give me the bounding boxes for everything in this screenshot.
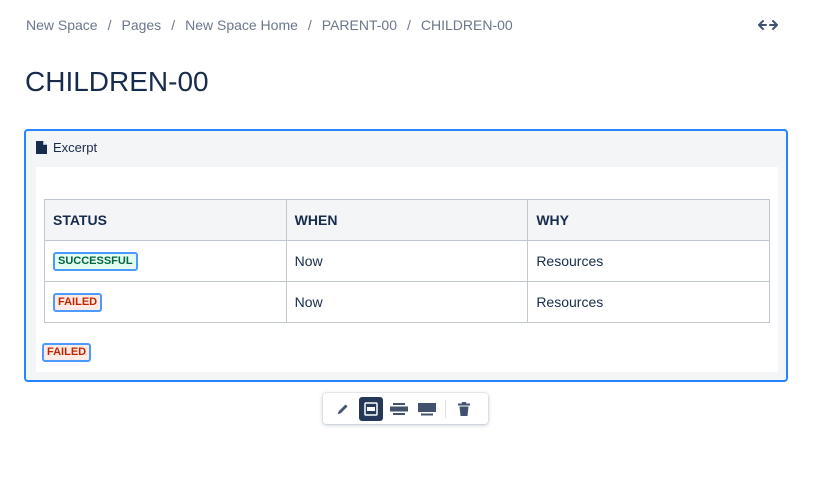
edit-icon: [338, 404, 348, 414]
page-title: CHILDREN-00: [25, 66, 209, 97]
layout-wide-button[interactable]: [387, 397, 411, 421]
excerpt-header: Excerpt: [36, 140, 97, 155]
edit-button[interactable]: [331, 397, 355, 421]
layout-wide-icon: [390, 402, 408, 415]
breadcrumb-new-space[interactable]: New Space: [26, 17, 98, 33]
table-cell-status[interactable]: FAILED: [44, 281, 287, 323]
toolbar-divider: [445, 399, 446, 418]
layout-full-width-icon: [418, 402, 436, 415]
breadcrumb-separator: /: [171, 17, 176, 33]
layout-center-button[interactable]: [359, 396, 383, 421]
macro-floating-toolbar: [323, 393, 488, 424]
layout-full-width-button[interactable]: [415, 397, 439, 421]
delete-icon: [458, 401, 470, 416]
column-header-why[interactable]: WHY: [527, 199, 770, 241]
status-lozenge-failed[interactable]: FAILED: [53, 293, 103, 312]
layout-center-icon: [364, 401, 378, 416]
breadcrumb-space-home[interactable]: New Space Home: [185, 17, 298, 33]
table-cell-when[interactable]: Now: [285, 281, 529, 323]
status-lozenge-failed[interactable]: FAILED: [42, 343, 92, 362]
full-width-toggle-button[interactable]: [757, 16, 779, 34]
delete-button[interactable]: [452, 397, 476, 421]
breadcrumb-parent[interactable]: PARENT-00: [322, 17, 397, 33]
status-table: STATUS WHEN WHY SUCCESSFUL Now Resources…: [44, 199, 770, 323]
table-cell-why[interactable]: Resources: [527, 240, 770, 282]
table-cell-why[interactable]: Resources: [527, 281, 770, 323]
excerpt-macro[interactable]: Excerpt STATUS WHEN WHY SUCCESSFUL Now R…: [24, 129, 788, 382]
breadcrumb-separator: /: [307, 17, 312, 33]
expand-horizontal-icon: [758, 20, 778, 30]
status-lozenge-successful[interactable]: SUCCESSFUL: [53, 252, 138, 271]
excerpt-label: Excerpt: [53, 140, 98, 155]
excerpt-body: STATUS WHEN WHY SUCCESSFUL Now Resources…: [36, 167, 778, 372]
table-cell-status[interactable]: SUCCESSFUL: [44, 240, 287, 282]
column-header-status[interactable]: STATUS: [44, 199, 287, 241]
breadcrumb-pages[interactable]: Pages: [121, 17, 161, 33]
document-icon: [36, 141, 47, 154]
breadcrumb-separator: /: [407, 17, 411, 33]
table-row: FAILED Now Resources: [44, 281, 770, 323]
breadcrumb-separator: /: [107, 17, 112, 33]
table-cell-when[interactable]: Now: [285, 240, 529, 282]
breadcrumb: New Space / Pages / New Space Home / PAR…: [26, 17, 513, 33]
table-row: SUCCESSFUL Now Resources: [44, 240, 770, 282]
table-header-row: STATUS WHEN WHY: [44, 199, 770, 241]
column-header-when[interactable]: WHEN: [285, 199, 529, 241]
breadcrumb-current[interactable]: CHILDREN-00: [421, 17, 513, 33]
